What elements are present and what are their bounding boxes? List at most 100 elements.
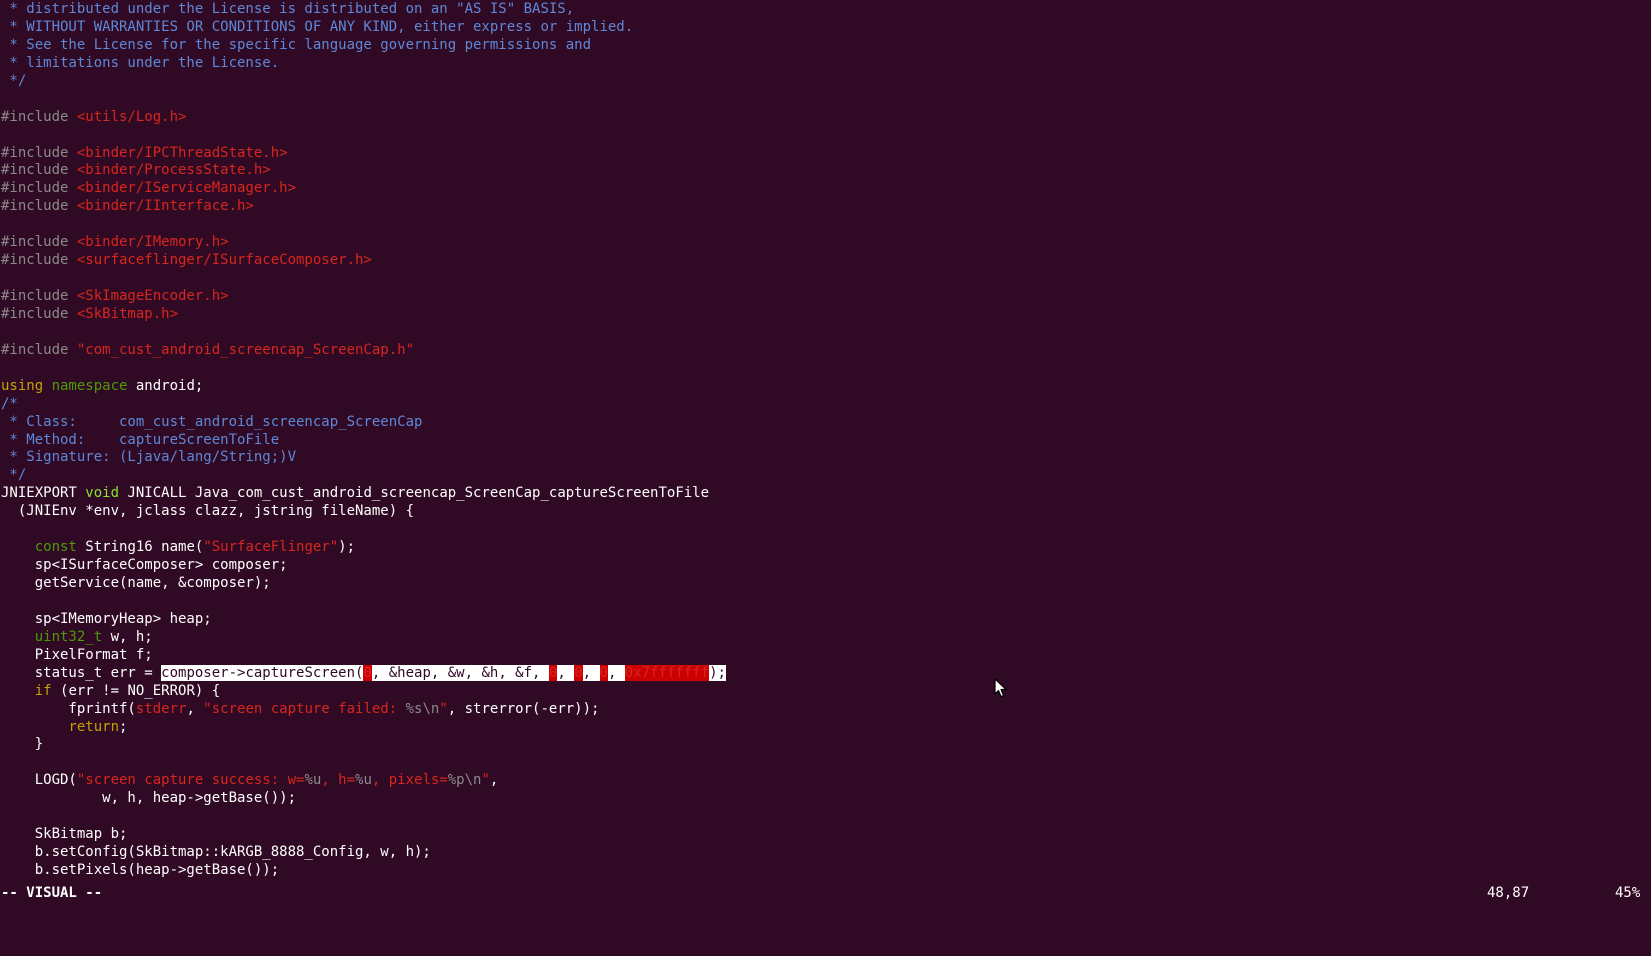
code-line[interactable]: if (err != NO_ERROR) { bbox=[1, 683, 1649, 701]
code-line[interactable] bbox=[1, 593, 1649, 611]
code-line[interactable]: PixelFormat f; bbox=[1, 647, 1649, 665]
code-token: * Class: com_cust_android_screencap_Scre… bbox=[1, 413, 423, 430]
code-line[interactable]: #include <binder/ProcessState.h> bbox=[1, 162, 1649, 180]
code-line[interactable]: status_t err = composer->captureScreen(0… bbox=[1, 664, 1649, 683]
code-line[interactable]: sp<ISurfaceComposer> composer; bbox=[1, 557, 1649, 575]
code-line[interactable] bbox=[1, 808, 1649, 826]
code-token: #include bbox=[1, 144, 77, 161]
code-token: JNICALL Java_com_cust_android_screencap_… bbox=[127, 485, 710, 502]
code-line[interactable]: #include <binder/IServiceManager.h> bbox=[1, 180, 1649, 198]
code-token: "com_cust_android_screencap_ScreenCap.h" bbox=[76, 341, 415, 358]
visual-selection-token: , bbox=[557, 664, 575, 681]
code-token: b.setConfig(SkBitmap::kARGB_8888_Config,… bbox=[1, 844, 431, 861]
code-token: b.setPixels(heap->getBase()); bbox=[1, 862, 280, 878]
code-token: #include bbox=[1, 108, 77, 125]
code-token: , bbox=[186, 700, 204, 717]
code-line[interactable]: * Method: captureScreenToFile bbox=[1, 432, 1649, 450]
code-line[interactable]: * Signature: (Ljava/lang/String;)V bbox=[1, 449, 1649, 467]
code-token: * distributed under the License is distr… bbox=[1, 1, 575, 17]
code-line[interactable] bbox=[1, 216, 1649, 234]
code-line[interactable]: w, h, heap->getBase()); bbox=[1, 790, 1649, 808]
code-line[interactable]: const String16 name("SurfaceFlinger"); bbox=[1, 539, 1649, 557]
code-token: <binder/IMemory.h> bbox=[76, 234, 229, 251]
code-token: * Signature: (Ljava/lang/String;)V bbox=[1, 449, 297, 466]
code-line[interactable] bbox=[1, 324, 1649, 342]
code-token: getService(name, &composer); bbox=[1, 575, 271, 591]
code-line[interactable]: #include <binder/IMemory.h> bbox=[1, 234, 1649, 252]
visual-selection-token: , bbox=[582, 664, 600, 681]
arrow-pointer-icon bbox=[994, 678, 1007, 698]
code-token: */ bbox=[1, 72, 27, 89]
code-line[interactable]: /* bbox=[1, 396, 1649, 414]
code-line[interactable] bbox=[1, 91, 1649, 109]
code-token: using bbox=[1, 377, 52, 394]
code-token: "screen capture success: w= bbox=[76, 772, 305, 789]
code-token: w, h, heap->getBase()); bbox=[1, 790, 297, 807]
code-line[interactable]: b.setPixels(heap->getBase()); bbox=[1, 862, 1649, 880]
code-token: #include bbox=[1, 252, 77, 269]
code-editor[interactable]: * distributed under the License is distr… bbox=[1, 1, 1649, 880]
code-token: fprintf( bbox=[1, 700, 136, 717]
code-token: (err != NO_ERROR) { bbox=[60, 682, 221, 699]
code-token: "SurfaceFlinger" bbox=[203, 539, 339, 556]
code-token: namespace bbox=[51, 377, 136, 394]
code-line[interactable] bbox=[1, 521, 1649, 539]
code-token: , strerror(-err)); bbox=[447, 700, 600, 717]
code-line[interactable]: return; bbox=[1, 719, 1649, 737]
code-line[interactable]: * WITHOUT WARRANTIES OR CONDITIONS OF AN… bbox=[1, 19, 1649, 37]
code-line[interactable]: #include "com_cust_android_screencap_Scr… bbox=[1, 342, 1649, 360]
code-line[interactable]: sp<IMemoryHeap> heap; bbox=[1, 611, 1649, 629]
code-token: #include bbox=[1, 198, 77, 215]
code-line[interactable]: * See the License for the specific langu… bbox=[1, 37, 1649, 55]
code-line[interactable] bbox=[1, 360, 1649, 378]
code-line[interactable]: LOGD("screen capture success: w=%u, h=%u… bbox=[1, 772, 1649, 790]
code-token: sp<IMemoryHeap> heap; bbox=[1, 610, 212, 627]
code-token: <binder/IInterface.h> bbox=[76, 198, 254, 215]
code-line[interactable]: b.setConfig(SkBitmap::kARGB_8888_Config,… bbox=[1, 844, 1649, 862]
code-token: #include bbox=[1, 180, 77, 197]
code-token: uint32_t bbox=[34, 628, 111, 645]
code-line[interactable]: #include <surfaceflinger/ISurfaceCompose… bbox=[1, 252, 1649, 270]
code-token: "screen capture failed: bbox=[203, 700, 406, 717]
code-line[interactable]: * distributed under the License is distr… bbox=[1, 1, 1649, 19]
code-token: android; bbox=[135, 377, 204, 394]
code-line[interactable]: #include <binder/IInterface.h> bbox=[1, 198, 1649, 216]
code-line[interactable]: */ bbox=[1, 467, 1649, 485]
code-line[interactable]: uint32_t w, h; bbox=[1, 629, 1649, 647]
code-token: */ bbox=[1, 467, 27, 484]
code-token: * limitations under the License. bbox=[1, 54, 280, 71]
code-line[interactable]: * limitations under the License. bbox=[1, 55, 1649, 73]
code-token: status_t err = bbox=[1, 664, 162, 681]
code-line[interactable]: #include <utils/Log.h> bbox=[1, 109, 1649, 127]
code-line[interactable]: fprintf(stderr, "screen capture failed: … bbox=[1, 701, 1649, 719]
code-line[interactable]: (JNIEnv *env, jclass clazz, jstring file… bbox=[1, 503, 1649, 521]
code-token: /* bbox=[1, 395, 18, 412]
code-token: %s\n bbox=[405, 700, 440, 717]
code-token: String16 name( bbox=[85, 539, 204, 556]
code-line[interactable]: } bbox=[1, 736, 1649, 754]
code-token: <surfaceflinger/ISurfaceComposer.h> bbox=[76, 252, 372, 269]
code-line[interactable]: #include <SkImageEncoder.h> bbox=[1, 288, 1649, 306]
code-line[interactable]: using namespace android; bbox=[1, 378, 1649, 396]
code-token: <SkImageEncoder.h> bbox=[76, 288, 229, 304]
code-line[interactable] bbox=[1, 127, 1649, 145]
code-line[interactable] bbox=[1, 270, 1649, 288]
code-line[interactable]: SkBitmap b; bbox=[1, 826, 1649, 844]
code-line[interactable]: * Class: com_cust_android_screencap_Scre… bbox=[1, 414, 1649, 432]
code-token: SkBitmap b; bbox=[1, 826, 128, 843]
code-token: } bbox=[1, 736, 44, 753]
code-line[interactable]: */ bbox=[1, 73, 1649, 91]
code-line[interactable]: getService(name, &composer); bbox=[1, 575, 1649, 593]
code-token: * WITHOUT WARRANTIES OR CONDITIONS OF AN… bbox=[1, 18, 634, 35]
code-line[interactable]: JNIEXPORT void JNICALL Java_com_cust_and… bbox=[1, 485, 1649, 503]
code-token: w, h; bbox=[110, 628, 153, 645]
code-line[interactable]: #include <binder/IPCThreadState.h> bbox=[1, 145, 1649, 163]
code-token: " bbox=[439, 700, 448, 717]
code-token: <SkBitmap.h> bbox=[76, 305, 179, 322]
code-line[interactable]: #include <SkBitmap.h> bbox=[1, 306, 1649, 324]
code-line[interactable] bbox=[1, 754, 1649, 772]
code-token: LOGD( bbox=[1, 772, 77, 789]
code-token: #include bbox=[1, 162, 77, 179]
code-token: * See the License for the specific langu… bbox=[1, 36, 592, 53]
